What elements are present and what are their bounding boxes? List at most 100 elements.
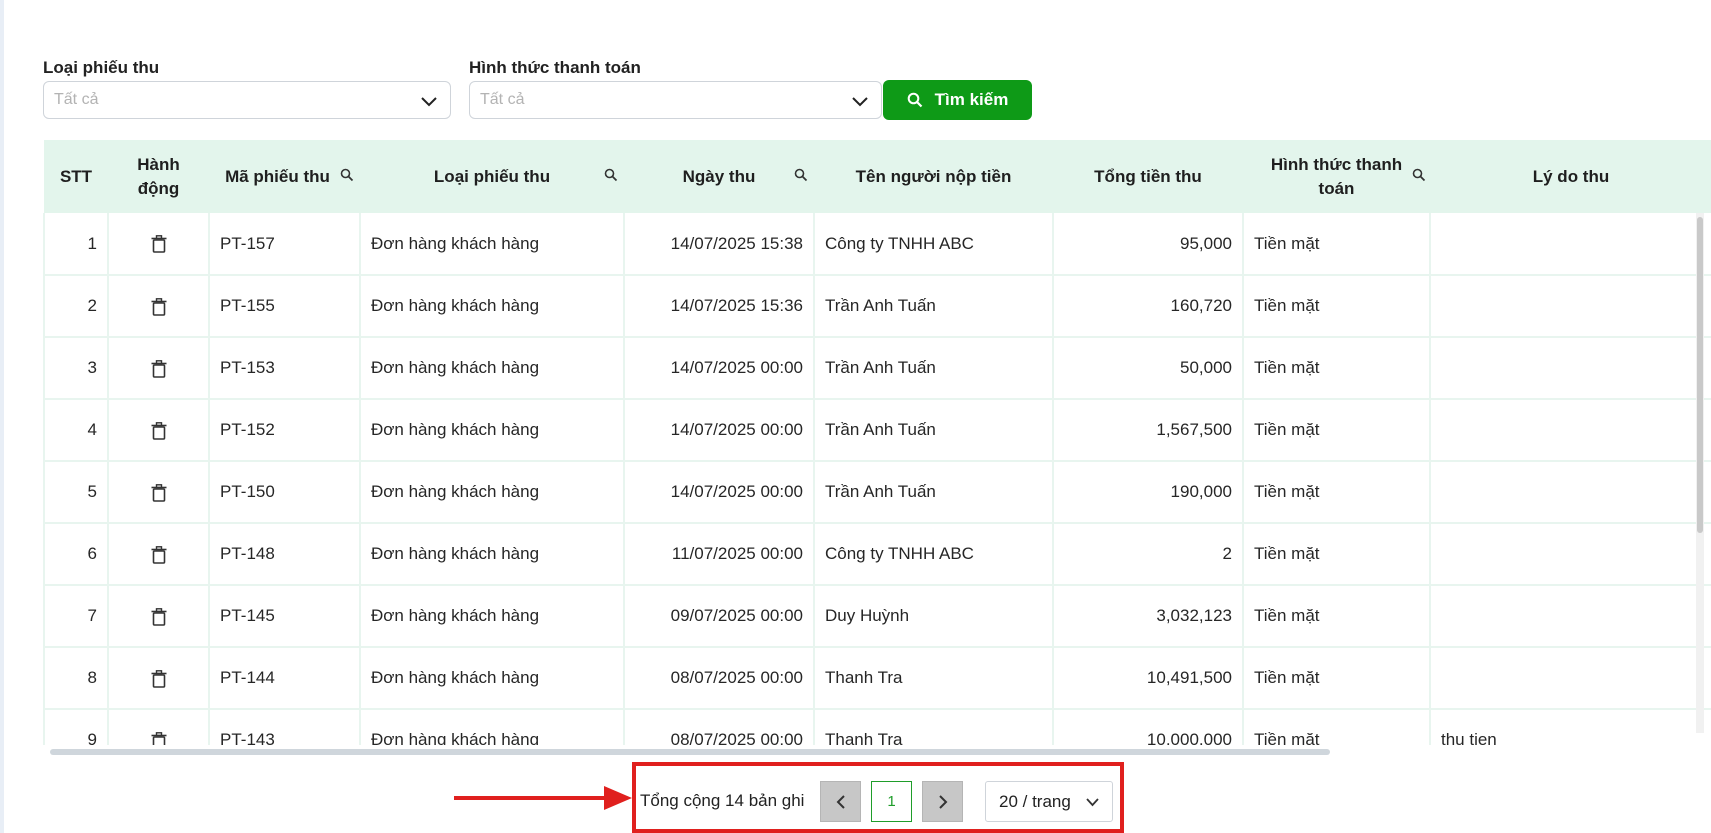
search-icon[interactable] — [794, 168, 808, 182]
cell-date: 08/07/2025 00:00 — [623, 708, 815, 745]
filter-payment-placeholder: Tất cả — [480, 91, 525, 108]
search-icon[interactable] — [604, 168, 618, 182]
filter-type-select[interactable]: Tất cả — [43, 81, 451, 119]
header-action-line2: động — [137, 178, 180, 198]
cell-action — [107, 213, 210, 276]
cell-method: Tiền mặt — [1242, 336, 1431, 400]
header-payer: Tên người nộp tiền — [814, 140, 1053, 213]
search-button[interactable]: Tìm kiếm — [883, 80, 1032, 120]
cell-type: Đơn hàng khách hàng — [359, 708, 625, 745]
delete-button[interactable] — [151, 668, 167, 688]
filter-payment: Hình thức thanh toán — [469, 58, 641, 78]
cell-type: Đơn hàng khách hàng — [359, 274, 625, 338]
header-method: Hình thức thanh toán — [1243, 140, 1430, 213]
horizontal-scrollbar[interactable] — [50, 749, 1330, 755]
cell-stt: 5 — [43, 460, 109, 524]
delete-button[interactable] — [151, 482, 167, 502]
cell-action — [107, 336, 210, 400]
cell-action — [107, 522, 210, 586]
filter-type-label: Loại phiếu thu — [43, 58, 160, 77]
cell-method: Tiền mặt — [1242, 213, 1431, 276]
cell-total: 50,000 — [1052, 336, 1244, 400]
cell-reason — [1429, 398, 1711, 462]
chevron-down-icon — [421, 97, 437, 107]
cell-code: PT-155 — [208, 274, 361, 338]
delete-button[interactable] — [151, 544, 167, 564]
table-row[interactable]: 5 PT-150 Đơn hàng khách hàng 14/07/2025 00:… — [43, 460, 1711, 524]
table-row[interactable]: 1 PT-157 Đơn hàng khách hàng 14/07/2025 15:… — [43, 213, 1711, 276]
header-stt: STT — [44, 140, 108, 213]
table-row[interactable]: 9 PT-143 Đơn hàng khách hàng 08/07/2025 00:… — [43, 708, 1711, 745]
trash-icon — [151, 545, 166, 564]
cell-action — [107, 708, 210, 745]
pagination-next-button[interactable] — [922, 781, 963, 822]
vertical-scrollbar[interactable] — [1696, 213, 1704, 733]
cell-action — [107, 584, 210, 648]
cell-reason: thu tien — [1429, 708, 1711, 745]
trash-icon — [151, 235, 166, 253]
cell-total: 190,000 — [1052, 460, 1244, 524]
cell-type: Đơn hàng khách hàng — [359, 460, 625, 524]
cell-date: 14/07/2025 15:36 — [623, 274, 815, 338]
cell-reason — [1429, 522, 1711, 586]
cell-reason — [1429, 584, 1711, 648]
cell-total: 95,000 — [1052, 213, 1244, 276]
pagination-total: Tổng cộng 14 bản ghi — [640, 791, 805, 810]
delete-button[interactable] — [151, 358, 167, 378]
cell-type: Đơn hàng khách hàng — [359, 336, 625, 400]
cell-date: 14/07/2025 00:00 — [623, 336, 815, 400]
header-reason: Lý do thu — [1430, 140, 1711, 213]
trash-icon — [151, 297, 166, 316]
delete-button[interactable] — [151, 606, 167, 626]
delete-button[interactable] — [151, 296, 167, 316]
annotation-arrow — [454, 786, 632, 810]
cell-total: 1,567,500 — [1052, 398, 1244, 462]
cell-stt: 8 — [43, 646, 109, 710]
cell-code: PT-143 — [208, 708, 361, 745]
cell-total: 2 — [1052, 522, 1244, 586]
trash-icon — [151, 731, 166, 745]
filter-type-placeholder: Tất cả — [54, 91, 99, 108]
vertical-scrollbar-thumb[interactable] — [1697, 217, 1703, 533]
cell-type: Đơn hàng khách hàng — [359, 646, 625, 710]
header-action: Hành động — [108, 140, 209, 213]
cell-code: PT-157 — [208, 213, 361, 276]
search-icon[interactable] — [340, 168, 354, 182]
delete-button[interactable] — [151, 730, 167, 745]
cell-date: 11/07/2025 00:00 — [623, 522, 815, 586]
pagination-prev-button[interactable] — [820, 781, 861, 822]
cell-method: Tiền mặt — [1242, 584, 1431, 648]
cell-type: Đơn hàng khách hàng — [359, 213, 625, 276]
filter-payment-select[interactable]: Tất cả — [469, 81, 882, 119]
table-row[interactable]: 3 PT-153 Đơn hàng khách hàng 14/07/2025 00:… — [43, 336, 1711, 400]
table-row[interactable]: 8 PT-144 Đơn hàng khách hàng 08/07/2025 00:… — [43, 646, 1711, 710]
chevron-left-icon — [836, 794, 845, 809]
table-row[interactable]: 7 PT-145 Đơn hàng khách hàng 09/07/2025 00:… — [43, 584, 1711, 648]
header-date: Ngày thu — [624, 140, 814, 213]
window-edge — [0, 0, 4, 833]
search-button-label: Tìm kiếm — [934, 90, 1009, 109]
cell-action — [107, 646, 210, 710]
cell-reason — [1429, 460, 1711, 524]
delete-button[interactable] — [151, 234, 167, 253]
pagination-page-current[interactable]: 1 — [871, 781, 912, 822]
cell-code: PT-150 — [208, 460, 361, 524]
search-icon — [907, 92, 922, 108]
table-row[interactable]: 6 PT-148 Đơn hàng khách hàng 11/07/2025 00:… — [43, 522, 1711, 586]
cell-payer: Thanh Tra — [813, 646, 1054, 710]
cell-total: 3,032,123 — [1052, 584, 1244, 648]
cell-code: PT-148 — [208, 522, 361, 586]
search-icon[interactable] — [1412, 168, 1426, 182]
delete-button[interactable] — [151, 420, 167, 440]
header-method-line2: toán — [1318, 178, 1355, 198]
table-row[interactable]: 2 PT-155 Đơn hàng khách hàng 14/07/2025 15:… — [43, 274, 1711, 338]
header-code-label: Mã phiếu thu — [225, 166, 330, 186]
cell-code: PT-144 — [208, 646, 361, 710]
page-size-select[interactable]: 20 / trang — [985, 781, 1113, 822]
table-row[interactable]: 4 PT-152 Đơn hàng khách hàng 14/07/2025 00:… — [43, 398, 1711, 462]
cell-code: PT-153 — [208, 336, 361, 400]
cell-payer: Trần Anh Tuấn — [813, 336, 1054, 400]
trash-icon — [151, 483, 166, 502]
cell-payer: Duy Huỳnh — [813, 584, 1054, 648]
trash-icon — [151, 421, 166, 440]
